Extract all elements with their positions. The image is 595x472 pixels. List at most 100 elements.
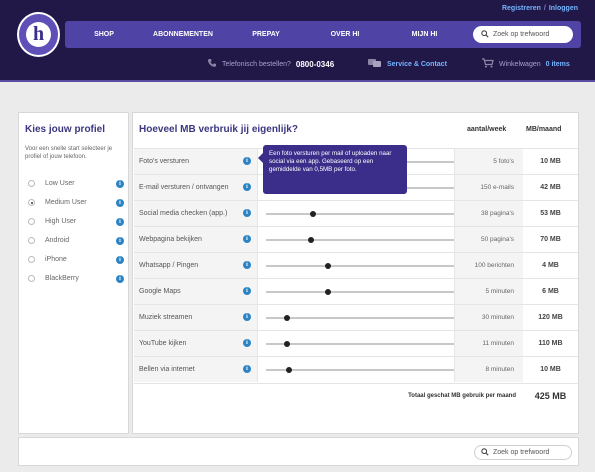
usage-mb: 4 MB [542,262,559,269]
usage-amount: 11 minuten [482,340,514,347]
profile-label: Low User [45,180,75,187]
profile-label: Android [45,237,70,244]
profile-label: High User [45,218,77,225]
info-icon[interactable]: i [116,236,124,245]
usage-row: YouTube kijken i 11 minuten 110 MB [134,330,578,356]
usage-slider-track[interactable] [266,265,454,267]
link-separator: / [543,5,546,12]
hi-logo[interactable]: h [17,12,60,57]
usage-calculator: Hoeveel MB verbruik jij eigenlijk? aanta… [132,112,579,434]
shopping-cart[interactable]: Winkelwagen 0 items [482,58,570,70]
info-icon[interactable]: i [243,287,251,295]
phone-icon [207,58,217,71]
info-icon[interactable]: i [243,365,251,373]
usage-name: Whatsapp / Pingen [139,262,199,269]
usage-slider-handle[interactable] [284,341,290,347]
profile-option[interactable]: BlackBerry i [23,269,127,288]
usage-slider-handle[interactable] [325,289,331,295]
profile-label: BlackBerry [45,275,79,282]
usage-slider-track[interactable] [266,291,454,293]
usage-slider-track[interactable] [266,239,454,241]
info-tooltip: Een foto versturen per mail of uploaden … [258,145,407,194]
usage-amount: 5 foto's [493,158,514,165]
sidebar-intro: Voor een snelle start selecteer je profi… [25,146,113,160]
info-icon[interactable]: i [243,339,251,347]
info-icon[interactable]: i [243,183,251,191]
usage-mb: 53 MB [540,210,561,217]
usage-slider-handle[interactable] [284,315,290,321]
usage-amount: 5 minuten [485,288,514,295]
info-icon[interactable]: i [243,235,251,243]
usage-amount: 30 minuten [481,314,514,321]
usage-row: Social media checken (app.) i 38 pagina's 5… [134,200,578,226]
phone-label: Telefonisch bestellen? [222,61,291,68]
profile-option[interactable]: Android i [23,231,127,250]
usage-slider-track[interactable] [266,343,454,345]
usage-slider-track[interactable] [266,213,454,215]
usage-mb: 70 MB [540,236,561,243]
service-contact[interactable]: Service & Contact [368,58,447,70]
profile-radio[interactable] [28,199,35,206]
usage-slider-handle[interactable] [310,211,316,217]
info-icon[interactable]: i [116,198,124,207]
nav-mijn-hi[interactable]: MIJN HI [381,31,468,38]
info-icon[interactable]: i [116,255,124,264]
total-row: Totaal geschat MB gebruik per maand 425 … [134,383,578,409]
info-icon[interactable]: i [243,209,251,217]
total-value: 425 MB [534,391,567,401]
usage-mb: 10 MB [540,158,561,165]
info-icon[interactable]: i [243,313,251,321]
site-header: h Registreren / Inloggen SHOP ABONNEMENT… [0,0,595,82]
usage-slider-handle[interactable] [325,263,331,269]
usage-row: Webpagina bekijken i 50 pagina's 70 MB [134,226,578,252]
usage-slider-handle[interactable] [286,367,292,373]
usage-row: Muziek streamen i 30 minuten 120 MB [134,304,578,330]
header-search-input[interactable]: Zoek op trefwoord [473,26,573,43]
info-icon[interactable]: i [243,157,251,165]
usage-mb: 6 MB [542,288,559,295]
info-icon[interactable]: i [116,179,124,188]
header-mb-month: MB/maand [526,126,562,133]
sidebar-title: Kies jouw profiel [25,124,106,135]
account-links: Registreren / Inloggen [502,5,578,12]
total-label: Totaal geschat MB gebruik per maand [408,393,516,399]
logo-letter: h [32,23,45,45]
nav-abonnementen[interactable]: ABONNEMENTEN [143,31,223,38]
login-link[interactable]: Inloggen [549,5,578,12]
phone-order: Telefonisch bestellen? 0800-0346 [207,58,334,71]
profile-radio[interactable] [28,256,35,263]
search-icon [481,447,489,458]
profile-radio[interactable] [28,275,35,282]
profile-radio[interactable] [28,237,35,244]
nav-prepay[interactable]: PREPAY [223,31,309,38]
info-icon[interactable]: i [116,274,124,283]
profile-option[interactable]: iPhone i [23,250,127,269]
register-link[interactable]: Registreren [502,5,541,12]
cart-label: Winkelwagen [499,60,541,68]
search-icon [481,29,489,40]
usage-name: Social media checken (app.) [139,210,228,217]
service-contact-link[interactable]: Service & Contact [387,61,447,68]
usage-name: Webpagina bekijken [139,236,202,243]
profile-option[interactable]: Medium User i [23,193,127,212]
info-icon[interactable]: i [243,261,251,269]
profile-radio[interactable] [28,218,35,225]
profile-option[interactable]: High User i [23,212,127,231]
usage-slider-track[interactable] [266,317,454,319]
profile-sidebar: Kies jouw profiel Voor een snelle start … [18,112,129,434]
profile-label: Medium User [45,199,87,206]
usage-slider-handle[interactable] [308,237,314,243]
profile-label: iPhone [45,256,67,263]
nav-shop[interactable]: SHOP [65,31,143,38]
footer-search-input[interactable]: Zoek op trefwoord [474,445,572,460]
profile-option[interactable]: Low User i [23,174,127,193]
usage-amount: 100 berichten [474,262,514,269]
usage-amount: 150 e-mails [480,184,514,191]
phone-number[interactable]: 0800-0346 [296,60,334,69]
info-icon[interactable]: i [116,217,124,226]
nav-over-hi[interactable]: OVER HI [309,31,381,38]
profile-radio[interactable] [28,180,35,187]
usage-slider-track[interactable] [266,369,454,371]
usage-mb: 110 MB [538,340,563,347]
footer-search-placeholder: Zoek op trefwoord [493,449,550,456]
